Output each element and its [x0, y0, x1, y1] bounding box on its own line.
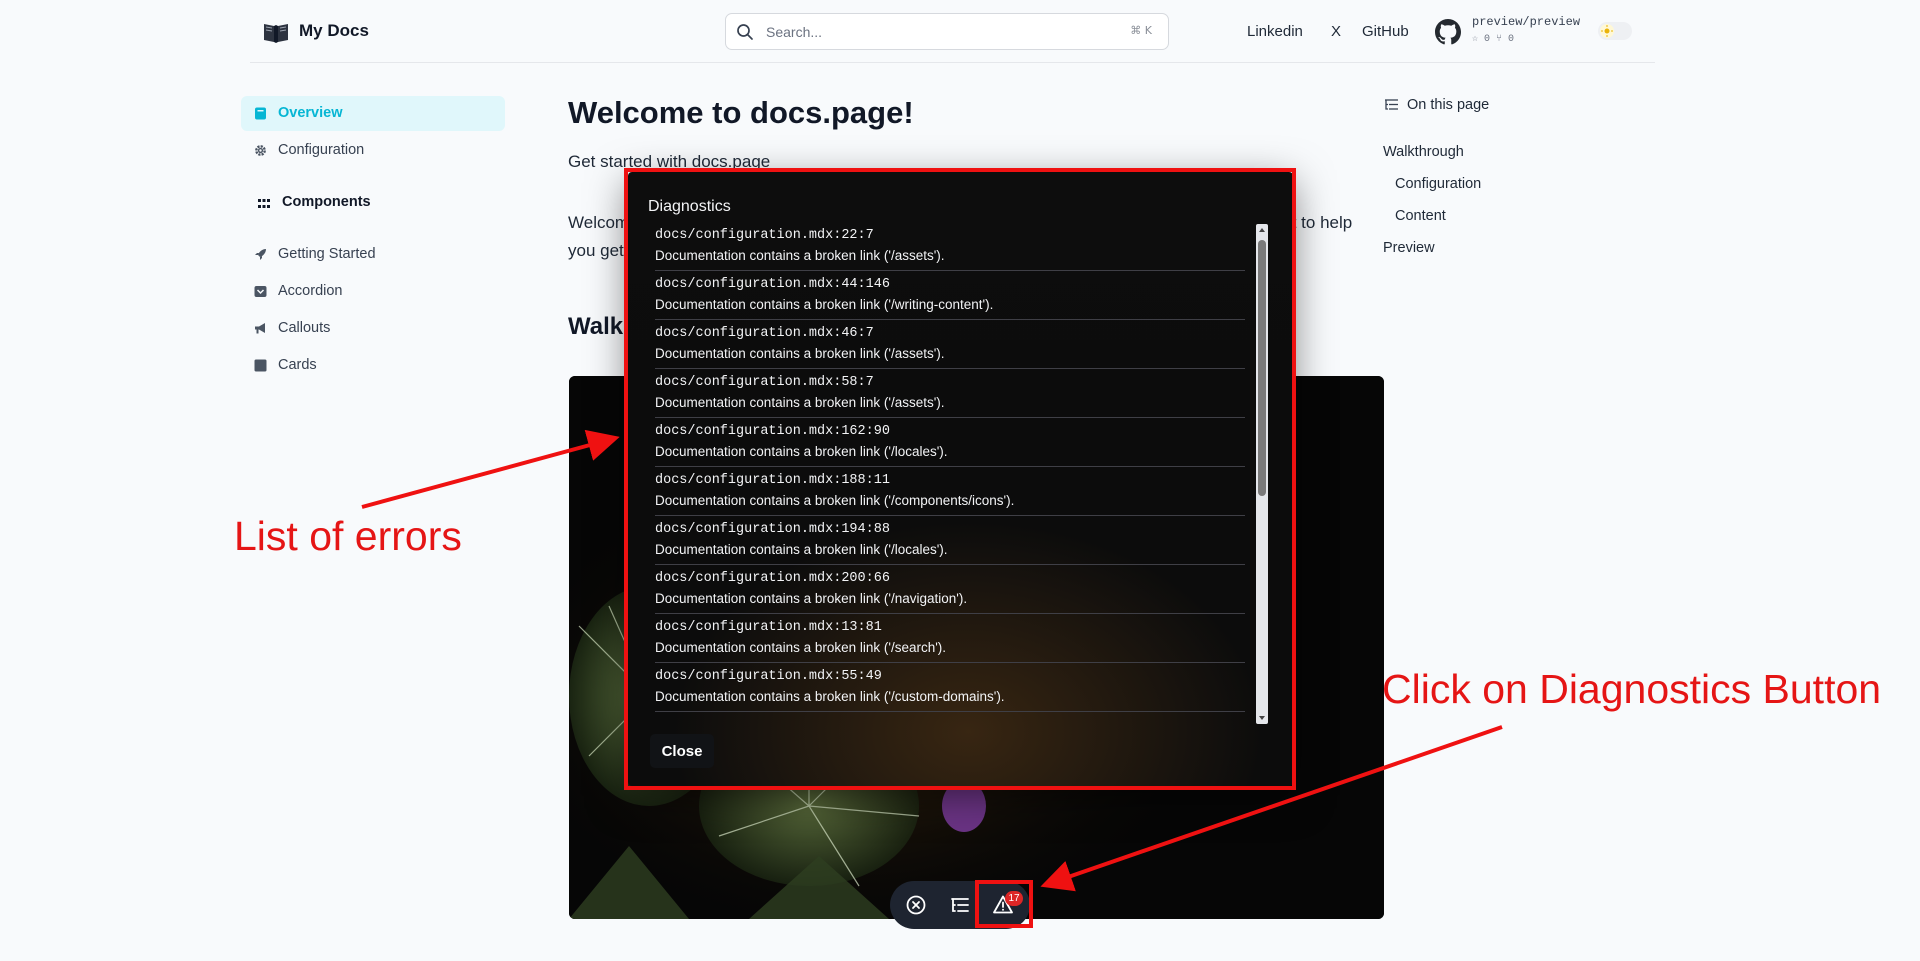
- header-divider: [250, 62, 1655, 63]
- book-icon: [255, 107, 266, 120]
- search-icon: [737, 24, 753, 40]
- search-shortcut: ⌘ K: [1130, 24, 1152, 37]
- sidebar-item-label: Overview: [278, 105, 343, 121]
- search-box[interactable]: ⌘ K: [725, 13, 1169, 50]
- sidebar-item-label: Configuration: [278, 142, 365, 158]
- sidebar-item-label: Getting Started: [278, 246, 376, 262]
- annotation-click-label: Click on Diagnostics Button: [1382, 666, 1882, 712]
- sidebar-group-heading: Components: [282, 194, 371, 210]
- repo-name[interactable]: preview/preview: [1472, 15, 1580, 29]
- github-icon[interactable]: [1435, 19, 1461, 45]
- square-icon: [254, 359, 267, 372]
- sidebar-item-cards[interactable]: Cards: [241, 348, 505, 383]
- theme-toggle[interactable]: [1598, 22, 1632, 40]
- sidebar-item-label: Callouts: [278, 320, 331, 336]
- top-header: My Docs ⌘ K Linkedin X GitHub preview/pr…: [0, 0, 1920, 64]
- inbox-icon: [254, 286, 267, 297]
- page-title: Welcome to docs.page!: [568, 95, 914, 130]
- modal-highlight-box: [624, 168, 1296, 790]
- list-tree-icon[interactable]: [948, 893, 972, 917]
- sidebar-item-label: Accordion: [278, 283, 343, 299]
- intro-text: you get: [568, 241, 624, 260]
- toc-title: On this page: [1407, 97, 1490, 113]
- repo-stats: ☆ 0 ⑂ 0: [1472, 34, 1515, 45]
- intro-text: Welcom: [568, 213, 630, 232]
- sidebar-item-callouts[interactable]: Callouts: [241, 311, 505, 346]
- close-circle-icon[interactable]: [904, 893, 928, 917]
- sidebar-item-overview[interactable]: Overview: [241, 96, 505, 131]
- toc-item-walkthrough[interactable]: Walkthrough: [1383, 144, 1464, 160]
- toc-item-preview[interactable]: Preview: [1383, 240, 1435, 256]
- annotation-list-label: List of errors: [234, 513, 462, 559]
- list-tree-icon: [1385, 99, 1398, 110]
- sun-icon: [1600, 24, 1614, 38]
- toc-item-configuration[interactable]: Configuration: [1395, 176, 1481, 192]
- sidebar-item-configuration[interactable]: Configuration: [241, 133, 505, 168]
- diagnostics-button-highlight-box: [975, 880, 1033, 928]
- github-link[interactable]: GitHub: [1362, 23, 1409, 40]
- search-input[interactable]: [764, 21, 1108, 43]
- linkedin-link[interactable]: Linkedin: [1247, 23, 1303, 40]
- brand-name[interactable]: My Docs: [299, 21, 369, 41]
- walkthrough-heading: Walk: [568, 313, 624, 340]
- rocket-icon: [255, 249, 266, 260]
- megaphone-icon: [255, 323, 265, 334]
- grid-icon: [258, 199, 270, 208]
- x-link[interactable]: X: [1331, 23, 1341, 40]
- sidebar-item-label: Cards: [278, 357, 317, 373]
- book-logo-icon[interactable]: [262, 20, 290, 44]
- sidebar-item-accordion[interactable]: Accordion: [241, 274, 505, 309]
- toc-item-content[interactable]: Content: [1395, 208, 1446, 224]
- sidebar-item-getting-started[interactable]: Getting Started: [241, 237, 505, 272]
- gear-icon: [255, 145, 266, 156]
